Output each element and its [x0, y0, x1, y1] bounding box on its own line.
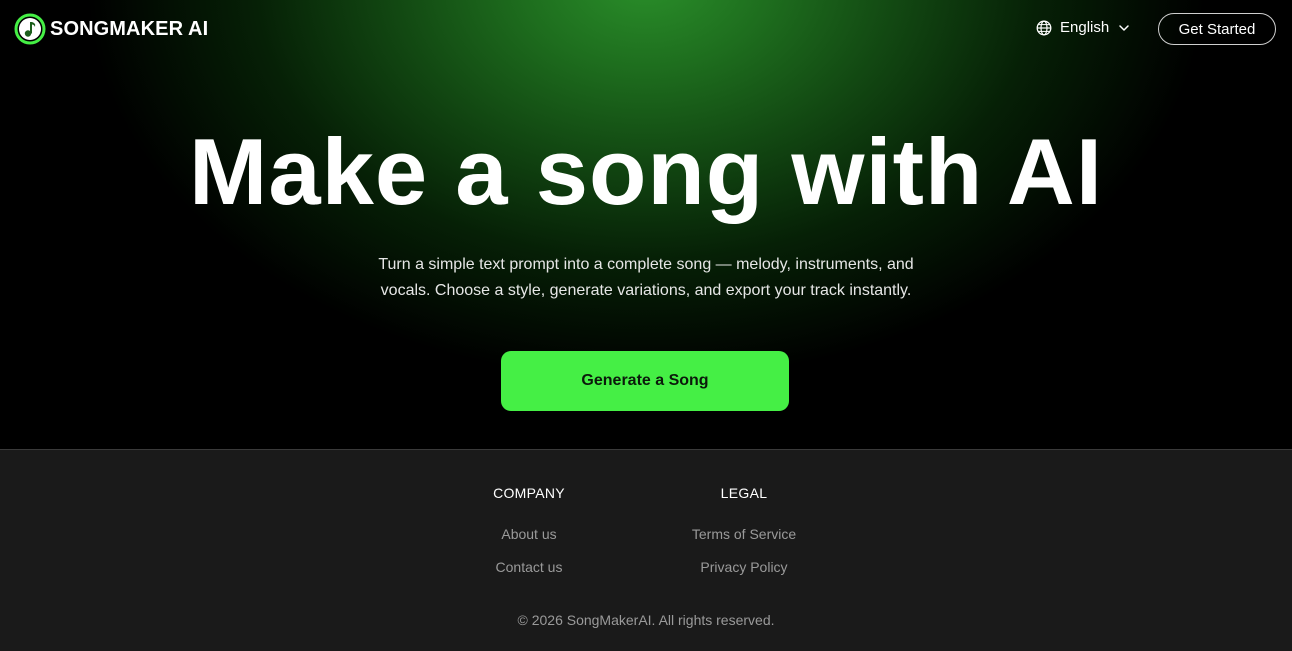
footer: COMPANY About us Contact us LEGAL Terms …: [0, 449, 1292, 651]
footer-column-company: COMPANY About us Contact us: [429, 484, 629, 576]
footer-column-title: COMPANY: [493, 485, 565, 501]
hero-headline: Make a song with AI: [189, 119, 1103, 224]
footer-link-about-us[interactable]: About us: [429, 525, 629, 543]
footer-link-privacy-policy[interactable]: Privacy Policy: [644, 558, 844, 576]
hero-subtitle-line-1: Turn a simple text prompt into a complet…: [378, 256, 914, 273]
page: SONGMAKER AI English Get Started Make a …: [0, 0, 1292, 651]
get-started-button[interactable]: Get Started: [1158, 13, 1276, 45]
globe-icon: [1036, 20, 1052, 35]
footer-column-legal: LEGAL Terms of Service Privacy Policy: [644, 484, 844, 576]
language-label: English: [1060, 19, 1110, 36]
chevron-down-icon: [1119, 24, 1129, 31]
generate-song-button[interactable]: Generate a Song: [501, 351, 789, 411]
logo[interactable]: SONGMAKER AI: [14, 13, 208, 45]
brand-name: SONGMAKER AI: [50, 17, 209, 40]
top-nav: SONGMAKER AI English Get Started: [0, 0, 1292, 58]
hero-subtitle-line-2: vocals. Choose a style, generate variati…: [380, 282, 912, 299]
language-selector[interactable]: English: [1036, 19, 1130, 36]
copyright-text: © 2026 SongMakerAI. All rights reserved.: [517, 612, 775, 628]
hero-section: SONGMAKER AI English Get Started Make a …: [0, 0, 1292, 449]
footer-link-terms-of-service[interactable]: Terms of Service: [644, 525, 844, 543]
music-note-icon: [14, 13, 46, 45]
footer-column-title: LEGAL: [720, 485, 768, 501]
hero-subtitle: Turn a simple text prompt into a complet…: [366, 252, 926, 304]
footer-link-contact-us[interactable]: Contact us: [429, 558, 629, 576]
